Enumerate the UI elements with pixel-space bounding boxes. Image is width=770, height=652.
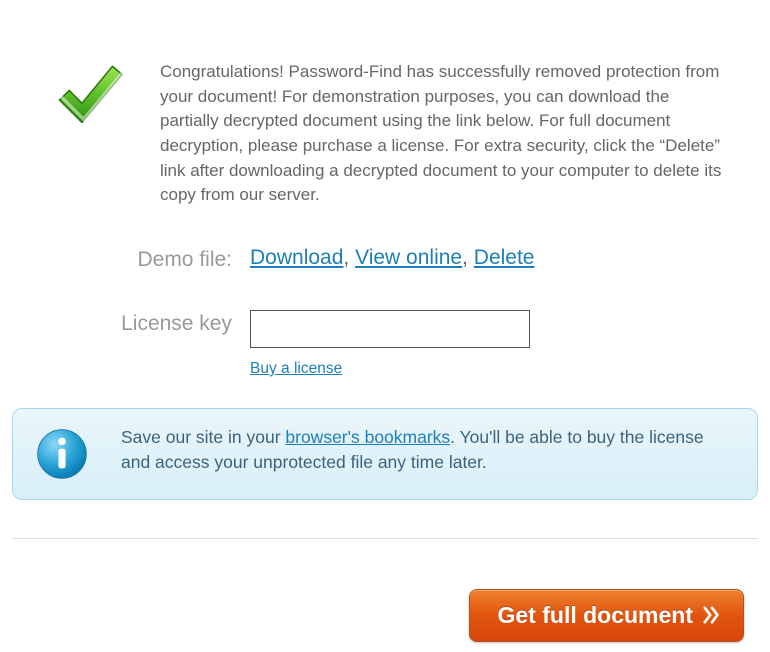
separator: , — [343, 246, 355, 269]
buy-license-link[interactable]: Buy a license — [250, 360, 342, 378]
demo-file-links: Download, View online, Delete — [250, 246, 760, 270]
bookmarks-link[interactable]: browser's bookmarks — [285, 427, 450, 447]
download-link[interactable]: Download — [250, 246, 343, 269]
info-text-prefix: Save our site in your — [121, 427, 285, 447]
license-key-input[interactable] — [250, 310, 530, 348]
get-full-document-button[interactable]: Get full document — [469, 589, 745, 642]
success-message: Congratulations! Password-Find has succe… — [160, 60, 740, 208]
demo-file-label: Demo file: — [10, 246, 250, 272]
info-icon — [31, 425, 121, 481]
delete-link[interactable]: Delete — [474, 246, 535, 269]
separator: , — [462, 246, 474, 269]
view-online-link[interactable]: View online — [355, 246, 462, 269]
info-text: Save our site in your browser's bookmark… — [121, 425, 737, 476]
info-box: Save our site in your browser's bookmark… — [12, 408, 758, 500]
chevron-double-right-icon — [703, 606, 721, 624]
success-checkmark-icon — [50, 60, 160, 140]
cta-label: Get full document — [498, 602, 694, 629]
license-key-label: License key — [10, 310, 250, 336]
